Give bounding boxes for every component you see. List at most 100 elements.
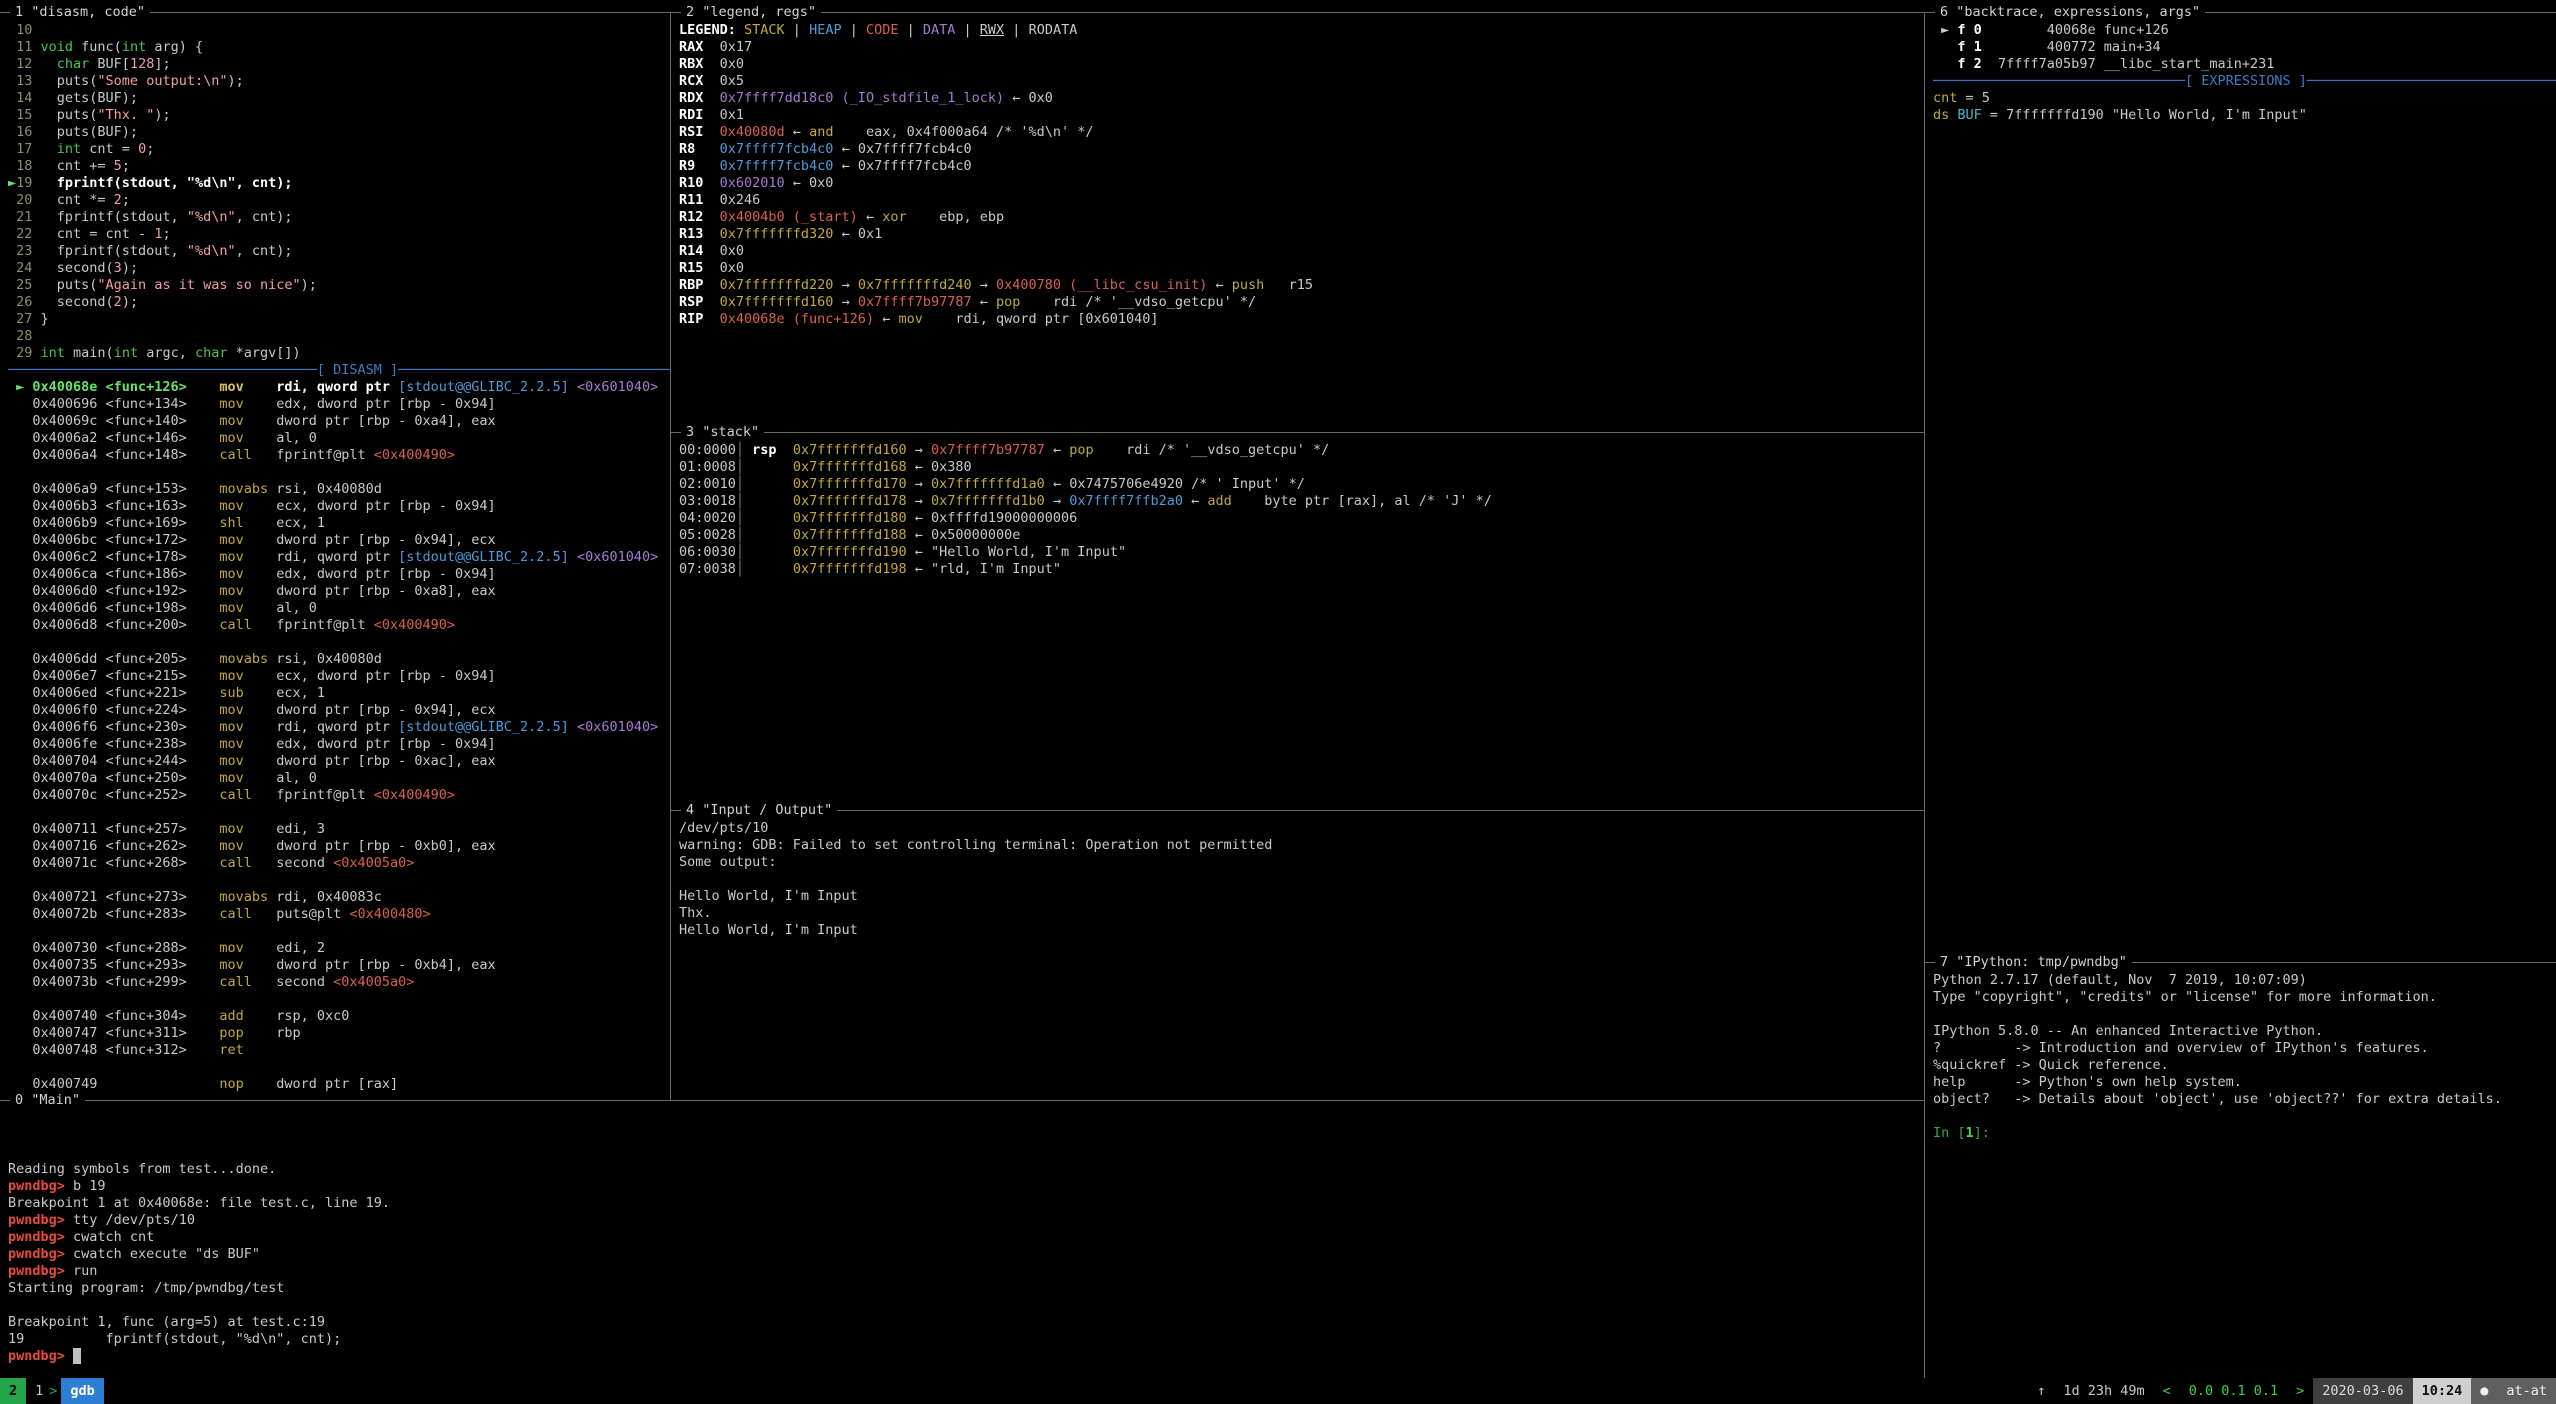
- text-segment: cnt *=: [41, 192, 114, 208]
- terminal-line: In [1]:: [1933, 1125, 2548, 1142]
- text-segment: fprintf(stdout,: [41, 243, 187, 259]
- status-time: 10:24: [2413, 1378, 2472, 1404]
- gdb-console-terminal[interactable]: Reading symbols from test...done.pwndbg>…: [0, 1102, 1924, 1378]
- text-segment: movabs: [187, 481, 276, 497]
- text-segment: 7ffff7a05b97 __libc_start_main+231: [1982, 56, 2275, 72]
- terminal-line: ──────────────────────────────────────[ …: [8, 362, 662, 379]
- terminal-line: [8, 1110, 1916, 1127]
- text-segment: cnt =: [81, 141, 138, 157]
- pane-title-legend-regs: 2 "legend, regs": [681, 4, 821, 21]
- text-segment: edx, dword ptr [rbp - 0x94]: [276, 736, 495, 752]
- terminal-line: RIP 0x40068e (func+126) ← mov rdi, qword…: [679, 311, 1916, 328]
- ipython-terminal[interactable]: Python 2.7.17 (default, Nov 7 2019, 10:0…: [1925, 964, 2556, 1378]
- text-segment: R8: [679, 141, 720, 157]
- registers-terminal[interactable]: LEGEND: STACK | HEAP | CODE | DATA | RWX…: [671, 14, 1924, 432]
- load-average: 0.0 0.1 0.1: [2180, 1378, 2287, 1404]
- text-segment: run: [73, 1263, 97, 1279]
- text-segment: 0x0: [720, 56, 744, 72]
- terminal-line: pwndbg> run: [8, 1263, 1916, 1280]
- text-segment: <0x601040>: [577, 549, 658, 565]
- text-segment: 0x5: [720, 73, 744, 89]
- text-segment: 0x400749: [8, 1076, 187, 1092]
- text-segment: mov: [187, 413, 276, 429]
- text-segment: HEAP: [809, 22, 842, 38]
- text-segment: rdi, qword ptr: [276, 379, 398, 395]
- text-segment: →: [972, 277, 996, 293]
- text-segment: func(: [73, 39, 122, 55]
- text-segment: 21: [8, 209, 41, 225]
- text-segment: R9: [679, 158, 720, 174]
- text-segment: sub: [187, 685, 276, 701]
- text-segment: ← 0x0: [785, 175, 834, 191]
- text-segment: 0x7ffff7b97787: [858, 294, 972, 310]
- text-segment: [41, 56, 57, 72]
- text-segment: │: [736, 510, 744, 526]
- pane-title-backtrace: 6 "backtrace, expressions, args": [1935, 4, 2205, 21]
- text-segment: ecx, dword ptr [rbp - 0x94]: [276, 668, 495, 684]
- terminal-line: 03:0018│ 0x7fffffffd178 → 0x7fffffffd1b0…: [679, 493, 1916, 510]
- terminal-line: [8, 1144, 1916, 1161]
- pane-border-vertical-right[interactable]: [1924, 12, 1925, 1378]
- terminal-line: Breakpoint 1, func (arg=5) at test.c:19: [8, 1314, 1916, 1331]
- terminal-line: 16 puts(BUF);: [8, 124, 662, 141]
- text-segment: ]:: [1974, 1125, 1990, 1141]
- terminal-line: 0x400721 <func+273> movabs rdi, 0x40083c: [8, 889, 662, 906]
- text-segment: int: [41, 345, 65, 361]
- text-segment: 0x400704 <func+244>: [8, 753, 187, 769]
- text-segment: dword ptr [rbp - 0xb4], eax: [276, 957, 495, 973]
- terminal-line: 0x400748 <func+312> ret: [8, 1042, 662, 1059]
- program-io-terminal[interactable]: /dev/pts/10warning: GDB: Failed to set c…: [671, 812, 1924, 1100]
- text-segment: Python 2.7.17 (default, Nov 7 2019, 10:0…: [1933, 972, 2315, 988]
- text-segment: rsp, 0xc0: [276, 1008, 349, 1024]
- terminal-line: 04:0020│ 0x7fffffffd180 ← 0xffffd1900000…: [679, 510, 1916, 527]
- terminal-line: f 2 7ffff7a05b97 __libc_start_main+231: [1933, 56, 2548, 73]
- disasm-code-terminal[interactable]: 10 11 void func(int arg) { 12 char BUF[1…: [0, 14, 670, 1100]
- terminal-line: Breakpoint 1 at 0x40068e: file test.c, l…: [8, 1195, 1916, 1212]
- text-segment: 26: [8, 294, 41, 310]
- text-segment: byte ptr [rax], al /* 'J' */: [1232, 493, 1492, 509]
- text-segment: ──────────────────────────────────────[ …: [8, 362, 670, 378]
- terminal-line: 06:0030│ 0x7fffffffd190 ← "Hello World, …: [679, 544, 1916, 561]
- text-segment: 0x4004b0 (_start): [720, 209, 858, 225]
- terminal-line: 0x400749 nop dword ptr [rax]: [8, 1076, 662, 1093]
- terminal-line: 0x4006c2 <func+178> mov rdi, qword ptr […: [8, 549, 662, 566]
- stack-terminal[interactable]: 00:0000│ rsp 0x7fffffffd160 → 0x7ffff7b9…: [671, 434, 1924, 810]
- text-segment: dword ptr [rax]: [276, 1076, 398, 1092]
- text-segment: 0x4006fe <func+238>: [8, 736, 187, 752]
- text-segment: ret: [187, 1042, 276, 1058]
- text-segment: r15: [1264, 277, 1313, 293]
- text-segment: 06:0030: [679, 544, 736, 560]
- window-tab-gdb[interactable]: gdb: [61, 1378, 103, 1404]
- terminal-line: 02:0010│ 0x7fffffffd170 → 0x7fffffffd1a0…: [679, 476, 1916, 493]
- text-segment: rbp: [276, 1025, 300, 1041]
- text-segment: pwndbg>: [8, 1246, 73, 1262]
- text-segment: puts(: [41, 107, 98, 123]
- terminal-line: 18 cnt += 5;: [8, 158, 662, 175]
- text-segment: mov: [187, 532, 276, 548]
- terminal-line: Thx.: [679, 905, 1916, 922]
- terminal-line: Hello World, I'm Input: [679, 922, 1916, 939]
- pane-border-vertical-left[interactable]: [670, 12, 671, 1100]
- terminal-line: 0x40073b <func+299> call second <0x4005a…: [8, 974, 662, 991]
- text-segment: RDX: [679, 90, 720, 106]
- text-segment: al, 0: [276, 430, 317, 446]
- text-segment: Starting program: /tmp/pwndbg/test: [8, 1280, 284, 1296]
- terminal-line: 0x4006b9 <func+169> shl ecx, 1: [8, 515, 662, 532]
- text-segment: fprintf(stdout, "%d\n", cnt);: [41, 175, 293, 191]
- text-segment: mov: [898, 311, 922, 327]
- text-segment: 0x0: [720, 243, 744, 259]
- terminal-line: 26 second(2);: [8, 294, 662, 311]
- text-segment: 0x7fffffffd180: [793, 510, 907, 526]
- text-segment: cwatch cnt: [73, 1229, 154, 1245]
- text-segment: edi, 2: [276, 940, 325, 956]
- terminal-line: object? -> Details about 'object', use '…: [1933, 1091, 2548, 1108]
- text-segment: dword ptr [rbp - 0xa8], eax: [276, 583, 495, 599]
- text-segment: 0: [138, 141, 146, 157]
- text-segment: edi, 3: [276, 821, 325, 837]
- text-segment: nop: [187, 1076, 276, 1092]
- tmux-session-badge[interactable]: 2: [0, 1378, 26, 1404]
- backtrace-terminal[interactable]: ► f 0 40068e func+126 f 1 400772 main+34…: [1925, 14, 2556, 962]
- text-segment: cwatch execute "ds BUF": [73, 1246, 260, 1262]
- text-segment: 0x7ffff7ffb2a0: [1069, 493, 1183, 509]
- terminal-line: Some output:: [679, 854, 1916, 871]
